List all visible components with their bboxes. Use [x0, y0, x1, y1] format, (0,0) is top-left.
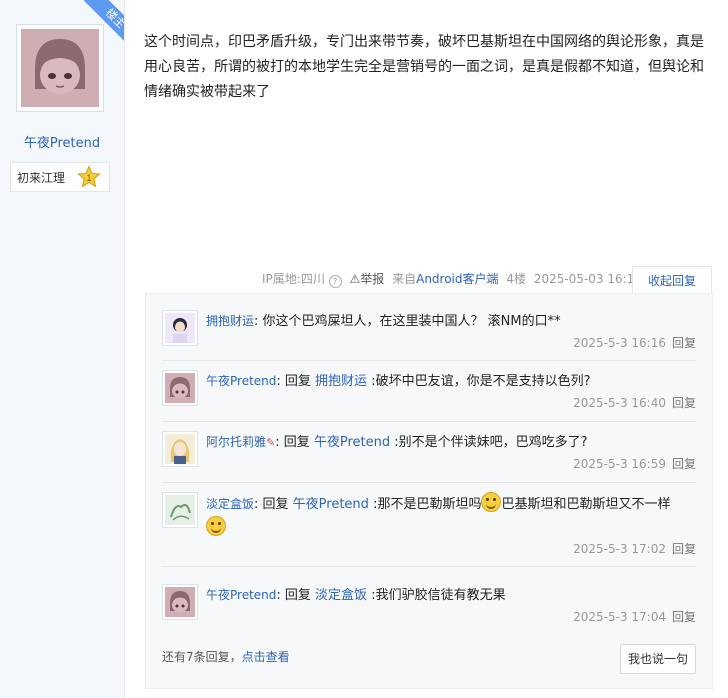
reply-panel: 拥抱财运: 你这个巴鸡屎坦人，在这里装中国人？ 滚NM的口** 2025-5-3…	[145, 293, 713, 689]
add-reply-button[interactable]: 我也说一句	[620, 644, 696, 674]
reply-target-user[interactable]: 午夜Pretend	[293, 497, 369, 512]
reply-target-user[interactable]: 淡定盒饭	[315, 588, 367, 603]
post-meta: IP属地:四川 ? ⚠举报 来自Android客户端 4楼 2025-05-03…	[262, 270, 642, 290]
help-icon[interactable]: ?	[328, 275, 342, 288]
reply-avatar[interactable]	[162, 492, 198, 528]
author-sidebar: 楼主 午夜Pretend 初来江理 1	[0, 0, 125, 698]
reply-username[interactable]: 午夜Pretend	[206, 588, 276, 602]
reply-username[interactable]: 午夜Pretend	[206, 374, 276, 388]
reply-item: 午夜Pretend: 回复 拥抱财运 :破坏中巴友谊，你是不是支持以色列? 20…	[162, 370, 696, 420]
reply-item: 淡定盒饭: 回复 午夜Pretend :那不是巴勒斯坦吗 巴基斯坦和巴勒斯坦又不一…	[162, 492, 696, 564]
reply-text: 午夜Pretend: 回复 淡定盒饭 :我们驴胶信徒有教无果	[206, 588, 506, 603]
reply-avatar[interactable]	[162, 310, 198, 346]
collapse-replies-button[interactable]: 收起回复	[632, 266, 712, 295]
floor-number: 4楼	[506, 272, 526, 286]
reply-button[interactable]: 回复	[672, 396, 696, 410]
reply-avatar-image	[165, 495, 195, 525]
source-prefix: 来自	[392, 272, 417, 286]
reply-time: 2025-5-3 16:40	[573, 396, 666, 410]
reply-avatar[interactable]	[162, 370, 198, 406]
reply-username[interactable]: 淡定盒饭	[206, 497, 254, 511]
ip-location: IP属地:四川	[262, 272, 325, 286]
reply-item: 阿尔托莉雅✎: 回复 午夜Pretend :别不是个伴读妹吧，巴鸡吃多了? 20…	[162, 431, 696, 481]
reply-button[interactable]: 回复	[672, 542, 696, 556]
reply-avatar-image	[165, 434, 195, 464]
reply-text: 拥抱财运: 你这个巴鸡屎坦人，在这里装中国人？ 滚NM的口**	[206, 314, 561, 329]
reply-avatar[interactable]	[162, 584, 198, 620]
reply-username[interactable]: 拥抱财运	[206, 314, 254, 328]
post-content: 这个时间点，印巴矛盾升级，专门出来带节奏，破坏巴基斯坦在中国网络的舆论形象，真是…	[144, 34, 704, 100]
report-link[interactable]: ⚠举报	[349, 272, 388, 286]
reply-meta: 2025-5-3 17:04 回复	[573, 608, 696, 625]
level-star-icon: 1	[77, 165, 101, 189]
reply-meta: 2025-5-3 16:16 回复	[573, 334, 696, 351]
author-level[interactable]: 初来江理 1	[10, 162, 110, 192]
reply-text: 淡定盒饭: 回复 午夜Pretend :那不是巴勒斯坦吗 巴基斯坦和巴勒斯坦又不一…	[206, 492, 696, 540]
reply-text: 阿尔托莉雅✎: 回复 午夜Pretend :别不是个伴读妹吧，巴鸡吃多了?	[206, 435, 588, 450]
divider	[162, 421, 696, 422]
reply-button[interactable]: 回复	[672, 457, 696, 471]
reply-username[interactable]: 阿尔托莉雅	[206, 435, 266, 449]
source-link[interactable]: Android客户端	[416, 272, 498, 286]
reply-time: 2025-5-3 16:16	[573, 336, 666, 350]
reply-text: 午夜Pretend: 回复 拥抱财运 :破坏中巴友谊，你是不是支持以色列?	[206, 374, 591, 389]
reply-button[interactable]: 回复	[672, 610, 696, 624]
reply-avatar-image	[165, 373, 195, 403]
smile-emoji-icon	[206, 516, 226, 536]
reply-time: 2025-5-3 17:02	[573, 542, 666, 556]
reply-target-user[interactable]: 午夜Pretend	[314, 435, 390, 450]
reply-item: 拥抱财运: 你这个巴鸡屎坦人，在这里装中国人？ 滚NM的口** 2025-5-3…	[162, 310, 696, 360]
view-more-link[interactable]: 点击查看	[242, 650, 290, 664]
pen-icon: ✎	[266, 436, 276, 449]
reply-target-user[interactable]: 拥抱财运	[315, 374, 367, 389]
divider	[162, 566, 696, 567]
level-number: 1	[86, 173, 91, 183]
reply-time: 2025-5-3 16:59	[573, 457, 666, 471]
author-name[interactable]: 午夜Pretend	[0, 132, 124, 151]
reply-meta: 2025-5-3 16:59 回复	[573, 455, 696, 472]
smile-emoji-icon	[481, 492, 502, 512]
divider	[162, 482, 696, 483]
reply-avatar-image	[165, 313, 195, 343]
level-title: 初来江理	[17, 171, 66, 185]
warning-icon: ⚠	[349, 272, 361, 286]
reply-meta: 2025-5-3 17:02 回复	[573, 540, 696, 557]
op-badge: 楼主	[82, 0, 124, 42]
reply-meta: 2025-5-3 16:40 回复	[573, 394, 696, 411]
divider	[162, 360, 696, 361]
reply-item: 午夜Pretend: 回复 淡定盒饭 :我们驴胶信徒有教无果 2025-5-3 …	[162, 584, 696, 634]
post-time: 2025-05-03 16:15	[533, 272, 642, 286]
reply-time: 2025-5-3 17:04	[573, 610, 666, 624]
reply-avatar[interactable]	[162, 431, 198, 467]
more-replies: 还有7条回复，点击查看	[162, 650, 290, 664]
reply-avatar-image	[165, 587, 195, 617]
reply-button[interactable]: 回复	[672, 336, 696, 350]
